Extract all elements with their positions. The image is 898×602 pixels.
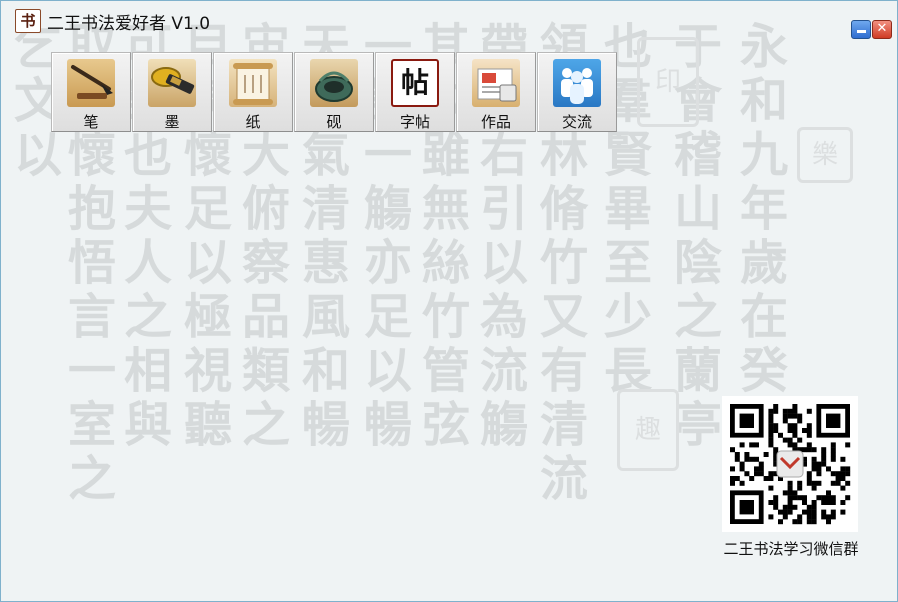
- main-toolbar: 笔 墨 纸 砚 帖 字帖 作品 交流: [51, 52, 618, 132]
- toolbar-button-brush[interactable]: 笔: [51, 52, 131, 132]
- toolbar-button-works[interactable]: 作品: [456, 52, 536, 132]
- copybook-glyph: 帖: [400, 66, 429, 99]
- qr-caption: 二王书法学习微信群: [723, 540, 859, 558]
- inkstone-icon: [310, 59, 358, 107]
- paper-scroll-icon: [229, 59, 277, 107]
- minimize-button[interactable]: [851, 20, 871, 39]
- toolbar-button-ink[interactable]: 墨: [132, 52, 212, 132]
- close-icon: ✕: [876, 21, 888, 36]
- copybook-icon: 帖: [391, 59, 439, 107]
- ink-stick-icon: [148, 59, 196, 107]
- qr-code-icon: [730, 404, 851, 525]
- minimize-icon: [856, 30, 866, 33]
- toolbar-label: 作品: [480, 113, 511, 131]
- qr-code-card: [722, 396, 858, 532]
- toolbar-label: 墨: [164, 113, 180, 131]
- toolbar-label: 字帖: [399, 113, 430, 131]
- bg-seal: 樂: [797, 127, 853, 183]
- app-window: 永和九年歲在癸 于會稽山陰之蘭亭 也羣賢畢至少長 領茂林脩竹又有清流 帶左右引以…: [0, 0, 898, 602]
- toolbar-label: 纸: [245, 113, 261, 131]
- bg-seal: 趣: [617, 389, 679, 471]
- toolbar-label: 交流: [561, 113, 592, 131]
- toolbar-label: 笔: [83, 113, 99, 131]
- window-title: 二王书法爱好者 V1.0: [47, 14, 211, 34]
- bg-seal: 印: [637, 37, 699, 127]
- toolbar-button-copybook[interactable]: 帖 字帖: [375, 52, 455, 132]
- app-logo-icon: 书: [15, 9, 41, 33]
- close-button[interactable]: ✕: [872, 20, 892, 39]
- brush-icon: [67, 59, 115, 107]
- bg-column: 于會稽山陰之蘭亭: [665, 21, 721, 453]
- bg-column: 永和九年歲在癸: [731, 21, 787, 399]
- works-icon: [472, 59, 520, 107]
- title-bar: 书 二王书法爱好者 V1.0 ✕: [1, 1, 897, 39]
- toolbar-button-community[interactable]: 交流: [537, 52, 617, 132]
- toolbar-button-paper[interactable]: 纸: [213, 52, 293, 132]
- toolbar-label: 砚: [326, 113, 342, 131]
- toolbar-button-inkstone[interactable]: 砚: [294, 52, 374, 132]
- community-icon: [553, 59, 601, 107]
